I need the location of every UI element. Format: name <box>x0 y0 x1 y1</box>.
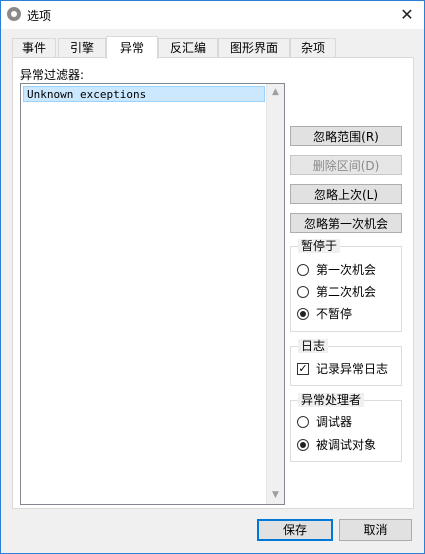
radio-button[interactable] <box>297 264 309 276</box>
scroll-up-icon[interactable]: ▲ <box>267 84 284 101</box>
tab-engine[interactable]: 引擎 <box>58 38 106 58</box>
ignore-last-button[interactable]: 忽略上次(L) <box>290 184 402 204</box>
cancel-button[interactable]: 取消 <box>339 519 412 541</box>
radio-button[interactable] <box>297 416 309 428</box>
log-group-title: 日志 <box>298 339 329 353</box>
window-title: 选项 <box>27 9 52 23</box>
list-item[interactable]: Unknown exceptions <box>23 86 265 102</box>
radio-label: 第二次机会 <box>316 285 377 299</box>
vertical-scrollbar[interactable]: ▲ ▼ <box>266 84 284 504</box>
exception-handler-group-title: 异常处理者 <box>298 393 365 407</box>
scroll-down-icon[interactable]: ▼ <box>267 487 284 504</box>
checkbox-label: 记录异常日志 <box>316 362 389 376</box>
radio-label: 被调试对象 <box>316 438 377 452</box>
delete-range-button[interactable]: 删除区间(D) <box>290 155 402 175</box>
tab-exceptions[interactable]: 异常 <box>106 36 158 59</box>
ignore-range-button[interactable]: 忽略范围(R) <box>290 126 402 146</box>
exception-filter-label: 异常过滤器: <box>20 68 85 82</box>
close-icon[interactable]: ✕ <box>396 4 418 26</box>
checkbox-checked-icon[interactable]: ✓ <box>297 363 309 375</box>
tab-gui[interactable]: 图形界面 <box>218 38 290 58</box>
tab-misc[interactable]: 杂项 <box>290 38 336 58</box>
radio-label: 调试器 <box>316 415 353 429</box>
gear-icon <box>7 7 21 21</box>
ignore-first-chance-button[interactable]: 忽略第一次机会 <box>290 213 402 233</box>
radio-label: 不暂停 <box>316 307 353 321</box>
radio-label: 第一次机会 <box>316 263 377 277</box>
radio-button-selected[interactable] <box>297 439 309 451</box>
title-bar[interactable]: 选项 ✕ <box>1 1 424 29</box>
tab-disassembly[interactable]: 反汇编 <box>158 38 218 58</box>
radio-button-selected[interactable] <box>297 308 309 320</box>
radio-button[interactable] <box>297 286 309 298</box>
exception-filter-list[interactable]: Unknown exceptions ▲ ▼ <box>20 83 285 505</box>
save-button[interactable]: 保存 <box>257 519 333 541</box>
pause-on-group-title: 暂停于 <box>298 239 341 253</box>
tab-events[interactable]: 事件 <box>12 38 56 58</box>
